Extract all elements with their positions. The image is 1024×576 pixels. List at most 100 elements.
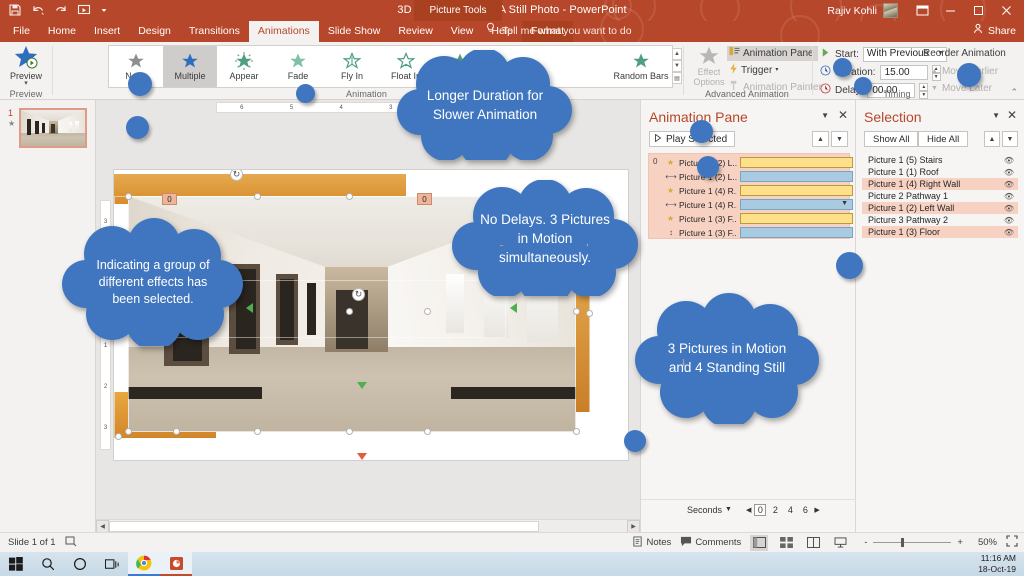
chevron-down-icon[interactable]: ▾ bbox=[24, 80, 28, 87]
selection-item-right-wall[interactable]: Picture 1 (4) Right Wall 👁 bbox=[862, 178, 1018, 190]
zoom-out-button[interactable]: - bbox=[858, 537, 873, 548]
horizontal-scrollbar[interactable]: ◀ ▶ bbox=[96, 519, 640, 533]
zoom-slider[interactable]: - + bbox=[858, 537, 969, 548]
fit-to-window-icon[interactable] bbox=[1006, 535, 1018, 550]
tell-me-search[interactable]: Tell me what you want to do bbox=[485, 21, 632, 42]
trigger-button[interactable]: Trigger ▾ bbox=[727, 62, 782, 78]
zoom-level-label[interactable]: 50% bbox=[978, 537, 997, 548]
selection-item-floor[interactable]: Picture 1 (3) Floor 👁 bbox=[862, 226, 1018, 238]
scale-right-icon[interactable]: ▶ bbox=[814, 506, 819, 514]
user-name[interactable]: Rajiv Kohli bbox=[827, 5, 877, 17]
eye-icon[interactable]: 👁 bbox=[1004, 228, 1014, 237]
rotate-handle[interactable]: ↻ bbox=[352, 288, 365, 301]
minimize-icon[interactable] bbox=[936, 0, 964, 21]
tab-review[interactable]: Review bbox=[389, 21, 441, 42]
accessibility-icon[interactable] bbox=[65, 535, 77, 550]
animation-time-scale[interactable]: ◀ 0 2 4 6 ▶ bbox=[746, 503, 820, 516]
animation-move-up-icon[interactable]: ▲ bbox=[812, 131, 829, 147]
animation-move-down-icon[interactable]: ▼ bbox=[831, 131, 848, 147]
eye-icon[interactable]: 👁 bbox=[1004, 204, 1014, 213]
gallery-item-random-bars[interactable]: Random Bars bbox=[609, 46, 673, 87]
comments-button[interactable]: Comments bbox=[680, 536, 741, 550]
selection-item-pathway-2[interactable]: Picture 3 Pathway 2 👁 bbox=[862, 214, 1018, 226]
ribbon-display-options-icon[interactable] bbox=[908, 0, 936, 21]
animation-gallery[interactable]: None Multiple Appear Fade Fly In bbox=[108, 45, 682, 88]
duration-input[interactable]: 15.00 bbox=[879, 64, 928, 80]
animation-reorder-buttons[interactable]: ▲ ▼ bbox=[812, 131, 848, 147]
chevron-down-icon[interactable]: ▾ bbox=[775, 63, 778, 78]
eye-icon[interactable]: 👁 bbox=[1004, 192, 1014, 201]
eye-icon[interactable]: 👁 bbox=[1004, 168, 1014, 177]
selection-reorder-buttons[interactable]: ▲ ▼ bbox=[984, 131, 1018, 147]
eye-icon[interactable]: 👁 bbox=[1004, 156, 1014, 165]
animation-pane-close-icon[interactable]: ✕ bbox=[838, 109, 848, 121]
seconds-dropdown[interactable]: Seconds ▼ bbox=[687, 505, 732, 515]
scroll-track[interactable] bbox=[109, 520, 627, 532]
zoom-knob[interactable] bbox=[901, 538, 905, 547]
animation-row[interactable]: ⟷ Picture 1 (4) R... ▼ bbox=[665, 198, 853, 211]
tab-file[interactable]: File bbox=[4, 21, 39, 42]
gallery-scroll-up-icon[interactable]: ▲ bbox=[672, 48, 682, 60]
tab-animations[interactable]: Animations bbox=[248, 21, 319, 42]
tab-home[interactable]: Home bbox=[39, 21, 85, 42]
selection-move-down-icon[interactable]: ▼ bbox=[1002, 131, 1018, 147]
animation-row[interactable]: ↕ Picture 1 (3) F... bbox=[665, 226, 853, 239]
gallery-item-fly-in[interactable]: Fly In bbox=[325, 46, 379, 87]
taskbar-clock[interactable]: 11:16 AM 18-Oct-19 bbox=[978, 553, 1016, 575]
slide-count-label[interactable]: Slide 1 of 1 bbox=[8, 537, 56, 548]
selection-move-up-icon[interactable]: ▲ bbox=[984, 131, 1000, 147]
animation-timeline-bar[interactable] bbox=[740, 157, 853, 168]
share-button[interactable]: Share bbox=[973, 21, 1016, 42]
selection-item-left-wall[interactable]: Picture 1 (2) Left Wall 👁 bbox=[862, 202, 1018, 214]
chrome-icon[interactable] bbox=[128, 552, 160, 576]
animation-row[interactable]: ★ Picture 1 (4) R... bbox=[665, 184, 853, 197]
eye-icon[interactable]: 👁 bbox=[1004, 180, 1014, 189]
selection-pane-close-icon[interactable]: ✕ bbox=[1007, 109, 1017, 121]
thumbnail-animation-star-icon[interactable]: ★ bbox=[8, 119, 15, 128]
powerpoint-icon[interactable] bbox=[160, 552, 192, 576]
selection-item-pathway-1[interactable]: Picture 2 Pathway 1 👁 bbox=[862, 190, 1018, 202]
animation-timeline-bar[interactable] bbox=[740, 185, 853, 196]
chevron-down-icon[interactable]: ▼ bbox=[725, 506, 732, 513]
tab-slide-show[interactable]: Slide Show bbox=[319, 21, 390, 42]
gallery-scroll-buttons[interactable]: ▲ ▼ ▤ bbox=[672, 48, 682, 88]
gallery-item-fade[interactable]: Fade bbox=[271, 46, 325, 87]
tab-view[interactable]: View bbox=[442, 21, 483, 42]
animation-effect-list[interactable]: 0 ★ Picture 1 (2) L... ⟷ Picture 1 (2) L… bbox=[648, 153, 853, 239]
zoom-track[interactable] bbox=[873, 538, 952, 547]
scroll-left-icon[interactable]: ◀ bbox=[96, 519, 109, 533]
restore-icon[interactable] bbox=[964, 0, 992, 21]
scroll-thumb[interactable] bbox=[109, 520, 539, 532]
animation-tag[interactable]: 0 bbox=[417, 193, 432, 205]
slide-sorter-icon[interactable] bbox=[777, 535, 795, 551]
slideshow-icon[interactable] bbox=[831, 535, 849, 551]
normal-view-icon[interactable] bbox=[750, 534, 769, 551]
close-icon[interactable] bbox=[992, 0, 1020, 21]
tab-transitions[interactable]: Transitions bbox=[180, 21, 249, 42]
selection-pane-options-icon[interactable]: ▼ bbox=[992, 111, 1000, 120]
animation-pane-options-icon[interactable]: ▼ bbox=[821, 111, 829, 120]
windows-start-icon[interactable] bbox=[0, 552, 32, 576]
show-all-button[interactable]: Show All bbox=[864, 131, 919, 147]
search-icon[interactable] bbox=[32, 552, 64, 576]
animation-row[interactable]: ⟷ Picture 1 (2) L... bbox=[665, 170, 853, 183]
tab-insert[interactable]: Insert bbox=[85, 21, 129, 42]
slide-thumbnail-1[interactable] bbox=[19, 108, 87, 148]
cortana-icon[interactable] bbox=[64, 552, 96, 576]
animation-timeline-bar[interactable] bbox=[740, 171, 853, 182]
preview-button[interactable]: Preview ▾ bbox=[4, 44, 48, 88]
hide-all-button[interactable]: Hide All bbox=[918, 131, 969, 147]
avatar[interactable] bbox=[883, 3, 898, 18]
animation-tag[interactable]: 0 bbox=[162, 193, 177, 205]
selection-item-roof[interactable]: Picture 1 (1) Roof 👁 bbox=[862, 166, 1018, 178]
reading-view-icon[interactable] bbox=[804, 535, 822, 551]
gallery-scroll-down-icon[interactable]: ▼ bbox=[672, 60, 682, 72]
animation-timeline-bar[interactable]: ▼ bbox=[740, 199, 853, 210]
collapse-ribbon-icon[interactable]: ⌃ bbox=[1010, 87, 1018, 98]
animation-pane-button[interactable]: Animation Pane bbox=[727, 46, 818, 61]
animation-timeline-bar[interactable] bbox=[740, 227, 853, 238]
animation-row[interactable]: ★ Picture 1 (2) L... bbox=[665, 156, 853, 169]
scale-left-icon[interactable]: ◀ bbox=[746, 506, 751, 514]
task-view-icon[interactable] bbox=[96, 552, 128, 576]
tab-design[interactable]: Design bbox=[129, 21, 180, 42]
